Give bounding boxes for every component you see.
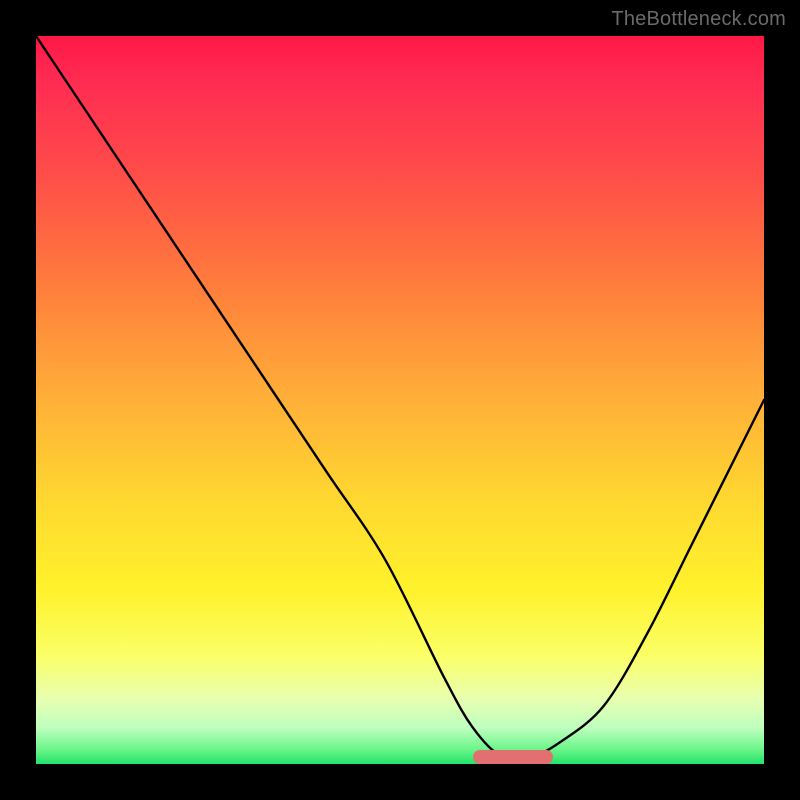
plot-area — [36, 36, 764, 764]
watermark-text: TheBottleneck.com — [611, 8, 786, 31]
bottleneck-curve-path — [36, 36, 764, 760]
curve-svg — [36, 36, 764, 764]
chart-container: TheBottleneck.com — [0, 0, 800, 800]
optimal-range-marker — [473, 750, 553, 764]
